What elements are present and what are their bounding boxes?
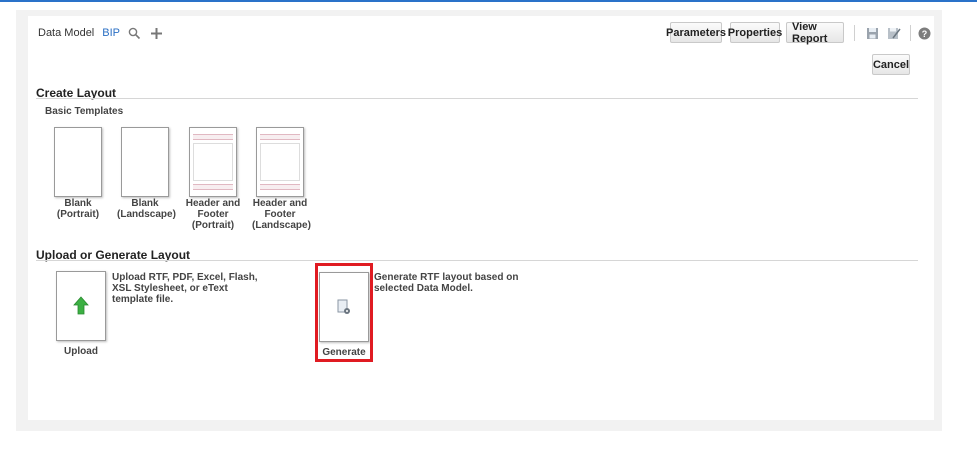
upload-tile[interactable] bbox=[56, 271, 106, 341]
toolbar-divider bbox=[910, 25, 911, 41]
parameters-button[interactable]: Parameters bbox=[666, 22, 726, 43]
template-blank-landscape[interactable]: Blank (Landscape) bbox=[117, 127, 176, 220]
template-blank-portrait[interactable]: Blank (Portrait) bbox=[50, 127, 106, 220]
generate-highlight-box bbox=[315, 263, 373, 362]
basic-templates-title: Basic Templates bbox=[45, 106, 124, 117]
properties-button[interactable]: Properties bbox=[728, 22, 782, 43]
bip-link[interactable]: BIP bbox=[102, 27, 120, 39]
toolbar-left: Data Model BIP bbox=[38, 25, 164, 41]
save-icon[interactable] bbox=[863, 24, 881, 42]
template-label: Header and Footer (Landscape) bbox=[252, 198, 311, 231]
template-thumbnail bbox=[256, 127, 304, 197]
view-report-button[interactable]: View Report bbox=[786, 21, 844, 45]
upload-arrow-icon bbox=[73, 296, 89, 315]
template-label: Header and Footer (Portrait) bbox=[185, 198, 241, 231]
save-as-icon[interactable] bbox=[885, 24, 903, 42]
template-thumbnail bbox=[121, 127, 169, 197]
template-thumbnail bbox=[54, 127, 102, 197]
data-model-label[interactable]: Data Model bbox=[38, 27, 94, 39]
upload-description: Upload RTF, PDF, Excel, Flash, XSL Style… bbox=[112, 272, 258, 305]
plus-icon[interactable] bbox=[148, 25, 164, 41]
help-icon[interactable]: ? bbox=[915, 24, 933, 42]
top-accent-rule bbox=[0, 0, 977, 2]
template-thumbnail bbox=[189, 127, 237, 197]
template-label: Blank (Portrait) bbox=[56, 198, 100, 220]
search-icon[interactable] bbox=[126, 25, 142, 41]
toolbar-divider bbox=[854, 25, 855, 41]
template-header-footer-landscape[interactable]: Header and Footer (Landscape) bbox=[252, 127, 311, 231]
section-divider bbox=[36, 260, 918, 261]
layout-editor-panel: Data Model BIP Parameters Properties Vie… bbox=[28, 16, 934, 420]
cancel-button[interactable]: Cancel bbox=[872, 54, 910, 75]
upload-label: Upload bbox=[64, 346, 98, 357]
template-header-footer-portrait[interactable]: Header and Footer (Portrait) bbox=[185, 127, 241, 231]
section-divider bbox=[36, 98, 918, 99]
generate-description: Generate RTF layout based on selected Da… bbox=[374, 272, 519, 294]
template-label: Blank (Landscape) bbox=[117, 198, 176, 220]
svg-text:?: ? bbox=[921, 29, 927, 39]
